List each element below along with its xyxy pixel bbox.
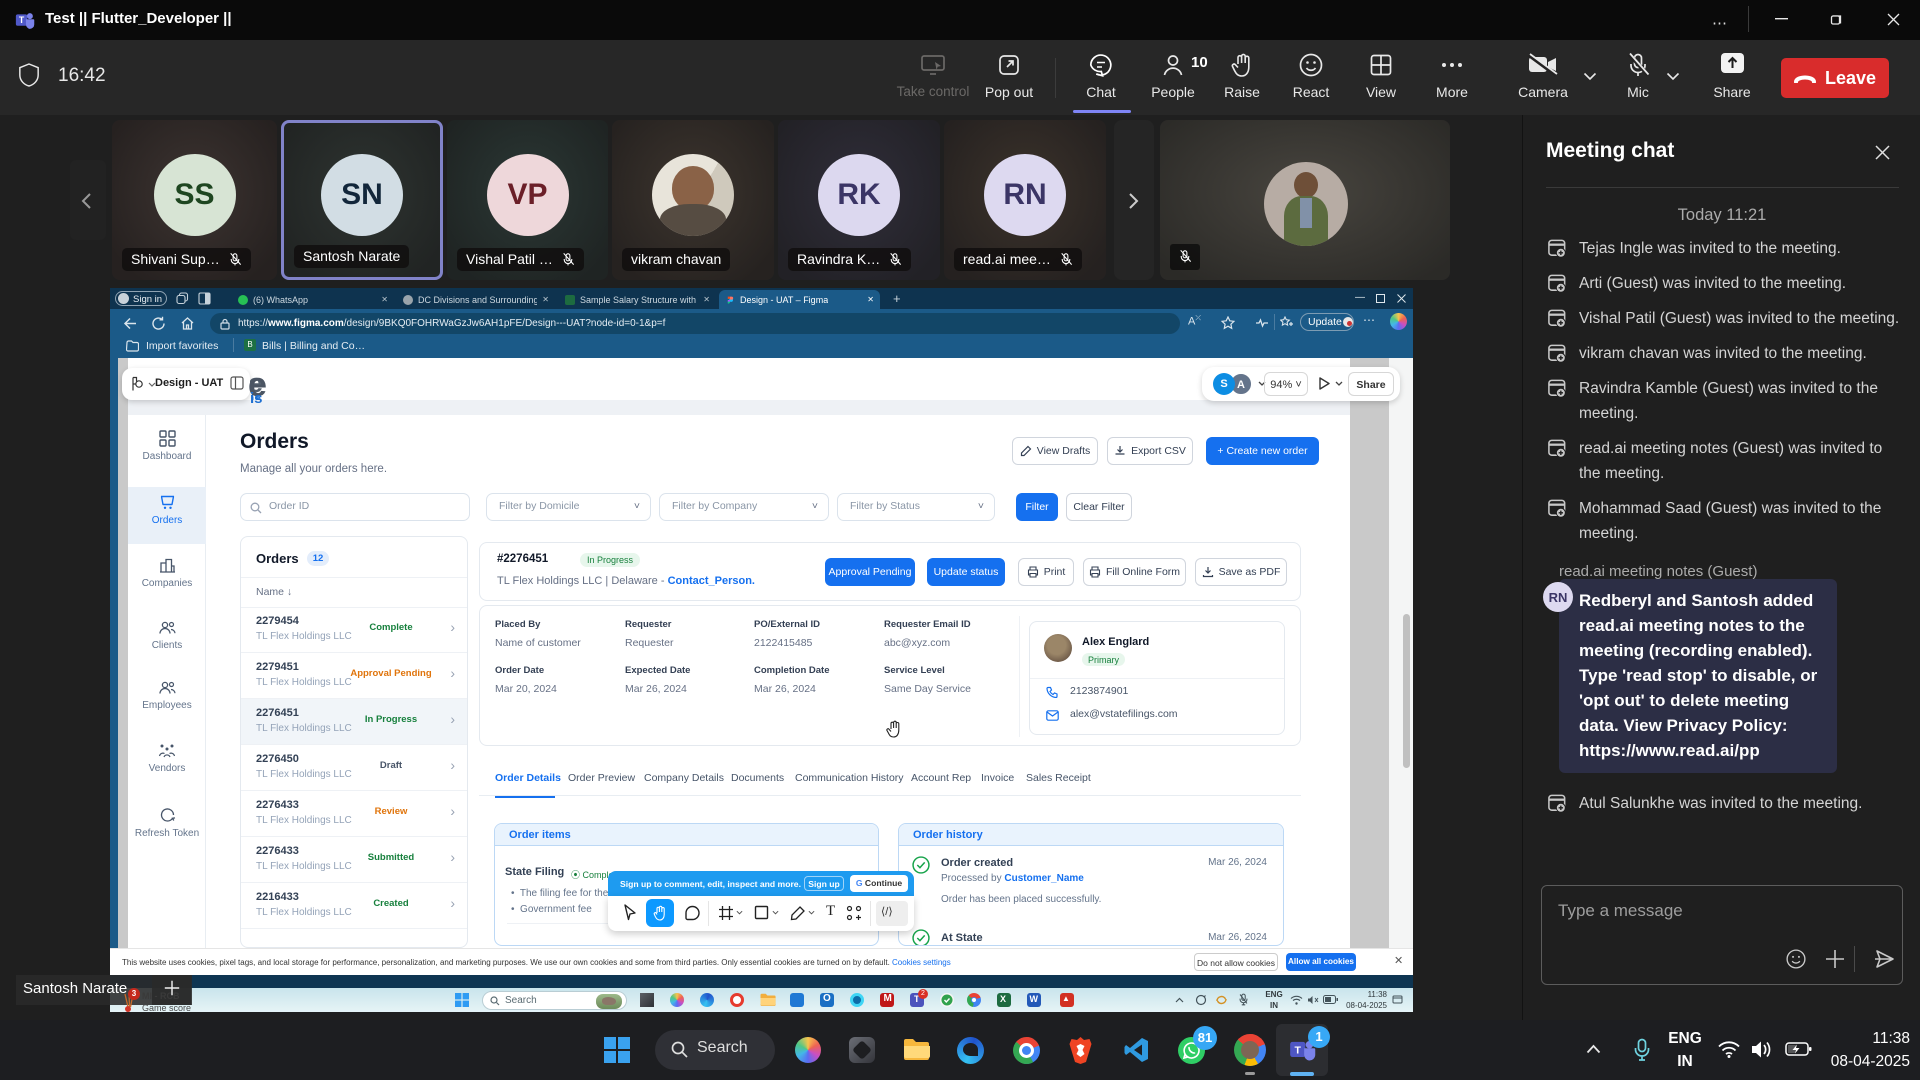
svg-text:T: T: [1295, 1045, 1302, 1057]
svg-text:T: T: [19, 15, 25, 25]
